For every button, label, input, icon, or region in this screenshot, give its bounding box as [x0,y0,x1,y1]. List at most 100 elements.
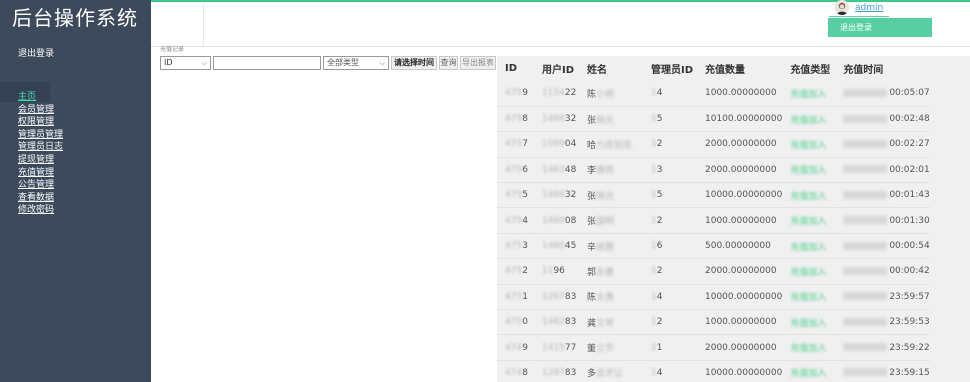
chevron-down-icon: ⌵ [201,59,207,67]
username-underline [829,16,889,17]
time-date-masked: 2021-04-19 [843,241,888,250]
table-row[interactable]: 4755146632张晓光1510000.00000000充值加入2021-04… [497,182,930,209]
user-id-masked: 1460 [542,241,565,252]
user-id-visible: 45 [564,241,577,252]
admin-id-masked: 1 [651,164,657,175]
select-time-button[interactable]: 请选择时间 [391,56,437,70]
search-input[interactable] [213,56,321,70]
user-id-visible: 08 [564,215,577,226]
sidebar-item-admins[interactable]: 管理员管理 [18,129,63,142]
cell-time: 2021-04-1900:01:30 [835,207,930,234]
sidebar-item-admin-log[interactable]: 管理员日志 [18,141,63,154]
id-visible: 1 [522,291,528,302]
table-row[interactable]: 4756146348李德亮132000.00000000充值加入2021-04-… [497,157,930,184]
admin-id-masked: 1 [651,114,657,125]
time-visible: 23:59:15 [889,367,930,378]
cell-type: 充值加入 [782,157,836,184]
sidebar-item-permissions[interactable]: 权限管理 [18,116,63,129]
column-header-time[interactable]: 充值时间 [835,56,929,81]
id-masked: 475 [505,317,523,328]
column-header-name[interactable]: 姓名 [579,56,643,81]
table-row[interactable]: 4751126783陈太勇1410000.00000000充值加入2021-04… [497,284,930,311]
logout-button[interactable]: 退出登录 [828,18,932,37]
avatar[interactable] [835,0,849,15]
admin-id-visible: 1 [656,342,663,353]
table-row[interactable]: 4749141577董立华212000.00000000充值加入2021-04-… [497,334,930,361]
column-header-admin-id[interactable]: 管理员ID [643,56,697,81]
column-header-amount[interactable]: 充值数量 [697,56,782,81]
id-masked: 475 [505,241,523,252]
type-masked: 充值加入 [790,267,827,278]
cell-user-id: 146348 [534,157,579,184]
column-header-id[interactable]: ID [497,56,534,81]
name-masked: 力克别克 [596,140,633,151]
cell-admin-id: 16 [643,233,697,260]
admin-id-visible: 4 [656,367,663,378]
sidebar-item-withdrawals[interactable]: 提现管理 [18,154,63,167]
admin-id-masked: 1 [651,190,657,201]
admin-id-visible: 5 [656,114,663,125]
name-masked: 立华 [596,344,615,355]
query-button[interactable]: 查询 [439,56,458,70]
admin-id-masked: 1 [651,88,657,99]
admin-id-visible: 2 [656,317,663,328]
user-id-masked: 1466 [542,190,565,201]
cell-type: 充值加入 [782,81,836,107]
type-masked: 充值加入 [790,140,827,151]
cell-time: 2021-04-1823:59:57 [835,284,930,311]
sidebar-item-members[interactable]: 会员管理 [18,104,63,117]
sidebar-logout-link[interactable]: 退出登录 [18,46,54,59]
id-visible: 3 [522,241,528,252]
table-row[interactable]: 4748129783多吉才让1410000.00000000充值加入2021-0… [497,360,930,382]
admin-id-visible: 2 [656,139,663,150]
sidebar-item-home[interactable]: 主页 [18,91,63,104]
cell-user-id: 146008 [534,207,579,234]
cell-id: 4757 [497,131,534,158]
admin-id-visible: 4 [656,291,663,302]
column-header-user-id[interactable]: 用户ID [534,56,579,81]
table-row[interactable]: 4750146283龚文琴121000.00000000充值加入2021-04-… [497,309,930,336]
username-link[interactable]: admin [855,3,883,13]
table-row[interactable]: 4757109904哈力克别克122000.00000000充值加入2021-0… [497,131,930,158]
admin-id-masked: 1 [651,241,657,252]
cell-type: 充值加入 [782,258,836,285]
user-id-visible: 32 [564,190,577,201]
name-masked: 太勇 [596,293,615,304]
time-date-masked: 2021-04-19 [843,139,888,148]
table-row[interactable]: 4759115422陈小明141000.00000000充值加入2021-04-… [497,81,930,107]
table-row[interactable]: 47521196郭永惠122000.00000000充值加入2021-04-19… [497,258,930,285]
cell-id: 4759 [497,81,534,107]
time-visible: 00:01:43 [889,190,930,201]
sidebar-item-announcements[interactable]: 公告管理 [18,179,63,192]
time-date-masked: 2021-04-19 [843,216,888,225]
cell-user-id: 146632 [534,106,579,133]
cell-id: 4756 [497,157,534,184]
cell-time: 2021-04-1823:59:22 [835,334,930,361]
cell-id: 4758 [497,106,534,133]
admin-id-masked: 2 [651,342,657,353]
time-visible: 23:59:22 [889,342,930,353]
type-select[interactable]: 全部类型 ⌵ [323,56,389,70]
export-report-button[interactable]: 导出报表 [460,56,496,70]
cell-amount: 1000.00000000 [697,309,783,336]
cell-name: 郭永惠 [579,258,643,285]
sidebar-item-view-data[interactable]: 查看数据 [18,192,63,205]
table-row[interactable]: 4753146045辛丽茜16500.00000000充值加入2021-04-1… [497,233,930,260]
name-visible: 辛 [587,242,597,253]
field-select[interactable]: ID ⌵ [160,56,211,70]
name-visible: 李 [587,166,597,177]
cell-amount: 2000.00000000 [697,131,783,158]
table-row[interactable]: 4754146008张国明121000.00000000充值加入2021-04-… [497,207,930,234]
cell-type: 充值加入 [782,309,836,336]
name-masked: 吉才让 [596,369,624,380]
id-visible: 4 [522,215,528,226]
time-visible: 00:01:30 [889,215,930,226]
cell-id: 4752 [497,258,534,285]
sidebar-item-change-password[interactable]: 修改密码 [18,204,63,217]
user-id-visible: 96 [553,266,565,277]
table-row[interactable]: 4758146632张晓光1510100.00000000充值加入2021-04… [497,106,930,133]
name-masked: 晓光 [596,191,615,202]
column-header-type[interactable]: 充值类型 [782,56,835,81]
cell-time: 2021-04-1823:59:53 [835,309,930,336]
sidebar-item-recharge[interactable]: 充值管理 [18,167,63,180]
